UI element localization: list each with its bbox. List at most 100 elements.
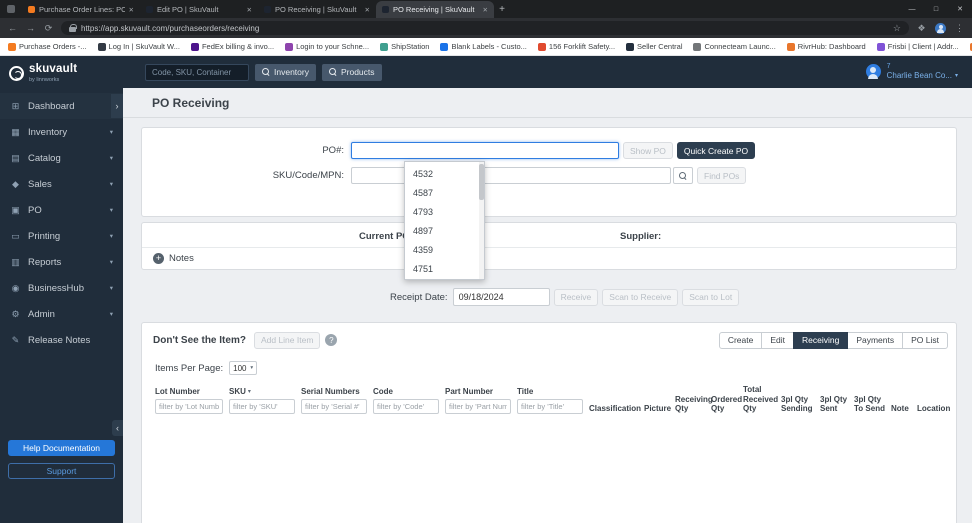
po-suggestion[interactable]: 4359 xyxy=(405,240,484,259)
bookmark-star-icon[interactable]: ☆ xyxy=(893,23,901,34)
browser-tab-1[interactable]: Purchase Order Lines: PO-495... ✕ xyxy=(22,1,140,18)
sidebar-item-catalog[interactable]: ▤ Catalog ▾ xyxy=(0,145,123,171)
filter-input-sku[interactable] xyxy=(229,398,295,414)
po-number-input[interactable] xyxy=(351,142,619,159)
bookmark-item[interactable]: Login to your Schne... xyxy=(285,42,369,51)
receipt-date-input[interactable] xyxy=(452,288,550,306)
tab-create[interactable]: Create xyxy=(718,331,763,349)
chevron-down-icon: ▾ xyxy=(109,155,113,162)
filter-input-serial[interactable] xyxy=(301,398,367,414)
url-text[interactable]: https://app.skuvault.com/purchaseorders/… xyxy=(81,24,888,33)
sidebar-item-reports[interactable]: ▥ Reports ▾ xyxy=(0,249,123,275)
add-line-item-button[interactable]: Add Line Item xyxy=(253,331,321,349)
tab-receiving[interactable]: Receiving xyxy=(793,331,849,349)
po-suggestion[interactable]: 4793 xyxy=(405,202,484,221)
address-bar[interactable]: https://app.skuvault.com/purchaseorders/… xyxy=(61,21,909,35)
help-documentation-button[interactable]: Help Documentation xyxy=(8,440,115,456)
tab-close-icon[interactable]: ✕ xyxy=(365,6,370,14)
bookmark-item[interactable]: Connecteam Launc... xyxy=(693,42,776,51)
sidebar-item-inventory[interactable]: ▦ Inventory ▾ xyxy=(0,119,123,145)
bookmark-item[interactable]: Frisbi | Client | Addr... xyxy=(876,42,959,51)
dropdown-scrollbar[interactable] xyxy=(479,162,484,279)
show-po-button[interactable]: Show PO xyxy=(623,142,673,159)
scan-to-receive-button[interactable]: Scan to Receive xyxy=(602,288,679,306)
sidebar-item-dashboard[interactable]: ⊞ Dashboard › xyxy=(0,93,123,119)
tab-close-icon[interactable]: ✕ xyxy=(483,6,488,14)
tab-close-icon[interactable]: ✕ xyxy=(129,6,134,14)
column-header-lot-number: Lot Number xyxy=(155,387,200,397)
sidebar-item-po[interactable]: ▣ PO ▾ xyxy=(0,197,123,223)
sidebar-item-admin[interactable]: ⚙ Admin ▾ xyxy=(0,301,123,327)
sidebar-item-release-notes[interactable]: ✎ Release Notes xyxy=(0,327,123,353)
refresh-icon[interactable]: ⟳ xyxy=(43,23,54,34)
po-lookup-card: PO#: Show PO Quick Create PO SKU/Code/MP… xyxy=(141,127,957,280)
po-suggestion[interactable]: 4751 xyxy=(405,259,484,278)
chevron-down-icon: ▾ xyxy=(109,311,113,318)
account-menu[interactable]: 7 Charlie Bean Co... ▾ xyxy=(865,63,958,81)
bookmark-item[interactable]: Log In | SkuVault W... xyxy=(97,42,180,51)
bookmark-item[interactable]: FedEx billing & invo... xyxy=(190,42,274,51)
po-suggestions-dropdown: 4532 4587 4793 4897 4359 4751 xyxy=(404,161,485,280)
receive-button[interactable]: Receive xyxy=(553,288,599,306)
skuvault-logo-icon xyxy=(9,66,24,81)
find-pos-button[interactable]: Find POs xyxy=(697,167,747,184)
bookmark-item[interactable]: Purchase Orders -... xyxy=(8,42,87,51)
po-suggestion[interactable]: 4532 xyxy=(405,164,484,183)
chevron-down-icon: ▾ xyxy=(109,233,113,240)
chevron-right-icon[interactable]: › xyxy=(111,94,123,118)
inventory-search-button[interactable]: Inventory xyxy=(255,63,316,81)
sidebar-item-label: Dashboard xyxy=(28,100,75,112)
browser-tab-2[interactable]: Edit PO | SkuVault ✕ xyxy=(140,1,258,18)
help-icon[interactable]: ? xyxy=(325,334,338,346)
tab-edit[interactable]: Edit xyxy=(761,331,794,349)
browser-tab-3[interactable]: PO Receiving | SkuVault ✕ xyxy=(258,1,376,18)
column-header-sku[interactable]: SKU xyxy=(229,387,246,397)
items-per-page-label: Items Per Page: xyxy=(155,362,224,374)
bookmark-item[interactable]: Blank Labels - Custo... xyxy=(440,42,527,51)
sku-search-button[interactable] xyxy=(673,167,693,184)
support-button[interactable]: Support xyxy=(8,463,115,479)
close-window-button[interactable]: ✕ xyxy=(948,0,972,18)
bookmark-item[interactable]: 156 Forklift Safety... xyxy=(537,42,615,51)
sku-code-mpn-input[interactable] xyxy=(351,167,671,184)
scan-to-lot-button[interactable]: Scan to Lot xyxy=(682,288,740,306)
filter-input-code[interactable] xyxy=(373,398,439,414)
sort-caret-icon[interactable]: ▾ xyxy=(248,388,251,395)
global-search-input[interactable] xyxy=(145,63,249,81)
back-icon[interactable]: ← xyxy=(7,23,18,33)
tab-payments[interactable]: Payments xyxy=(847,331,904,349)
bookmark-item[interactable]: RivrHub: Dashboard xyxy=(786,42,866,51)
sidebar-item-sales[interactable]: ◆ Sales ▾ xyxy=(0,171,123,197)
browser-logo-icon xyxy=(0,0,22,18)
tab-po-list[interactable]: PO List xyxy=(902,331,948,349)
bookmark-item[interactable]: Seller Central xyxy=(626,42,682,51)
items-per-page-select[interactable]: 100 ▾ xyxy=(229,361,258,375)
expand-plus-icon[interactable]: + xyxy=(153,253,164,264)
extensions-icon[interactable]: ❖ xyxy=(916,23,927,34)
po-suggestion[interactable]: 4587 xyxy=(405,183,484,202)
sidebar-item-printing[interactable]: ▭ Printing ▾ xyxy=(0,223,123,249)
notes-toggle[interactable]: + Notes xyxy=(153,253,194,264)
bookmark-label: Login to your Schne... xyxy=(296,42,370,51)
browser-profile-avatar[interactable] xyxy=(935,22,946,34)
chevron-down-icon: ▾ xyxy=(109,285,113,292)
sidebar-item-businesshub[interactable]: ◉ BusinessHub ▾ xyxy=(0,275,123,301)
filter-input-part-number[interactable] xyxy=(445,398,511,414)
products-search-button[interactable]: Products xyxy=(321,63,382,81)
quick-create-po-button[interactable]: Quick Create PO xyxy=(676,142,756,159)
browser-menu-icon[interactable]: ⋮ xyxy=(954,23,965,34)
receipt-row: Receipt Date: Receive Scan to Receive Sc… xyxy=(123,287,972,307)
filter-input-title[interactable] xyxy=(517,398,583,414)
forward-icon[interactable]: → xyxy=(25,23,36,33)
column-header-receiving-qty: Receiving Qty xyxy=(675,394,713,414)
tab-close-icon[interactable]: ✕ xyxy=(247,6,252,14)
minimize-button[interactable]: — xyxy=(900,0,924,18)
maximize-button[interactable]: □ xyxy=(924,0,948,18)
new-tab-button[interactable]: + xyxy=(494,1,510,18)
sidebar-collapse-handle[interactable]: ‹ xyxy=(112,420,123,436)
bookmark-item[interactable]: ShipStation xyxy=(380,42,429,51)
po-suggestion[interactable]: 4897 xyxy=(405,221,484,240)
dashboard-icon: ⊞ xyxy=(11,100,20,111)
browser-tab-4-active[interactable]: PO Receiving | SkuVault ✕ xyxy=(376,1,494,18)
filter-input-lot-number[interactable] xyxy=(155,398,223,414)
